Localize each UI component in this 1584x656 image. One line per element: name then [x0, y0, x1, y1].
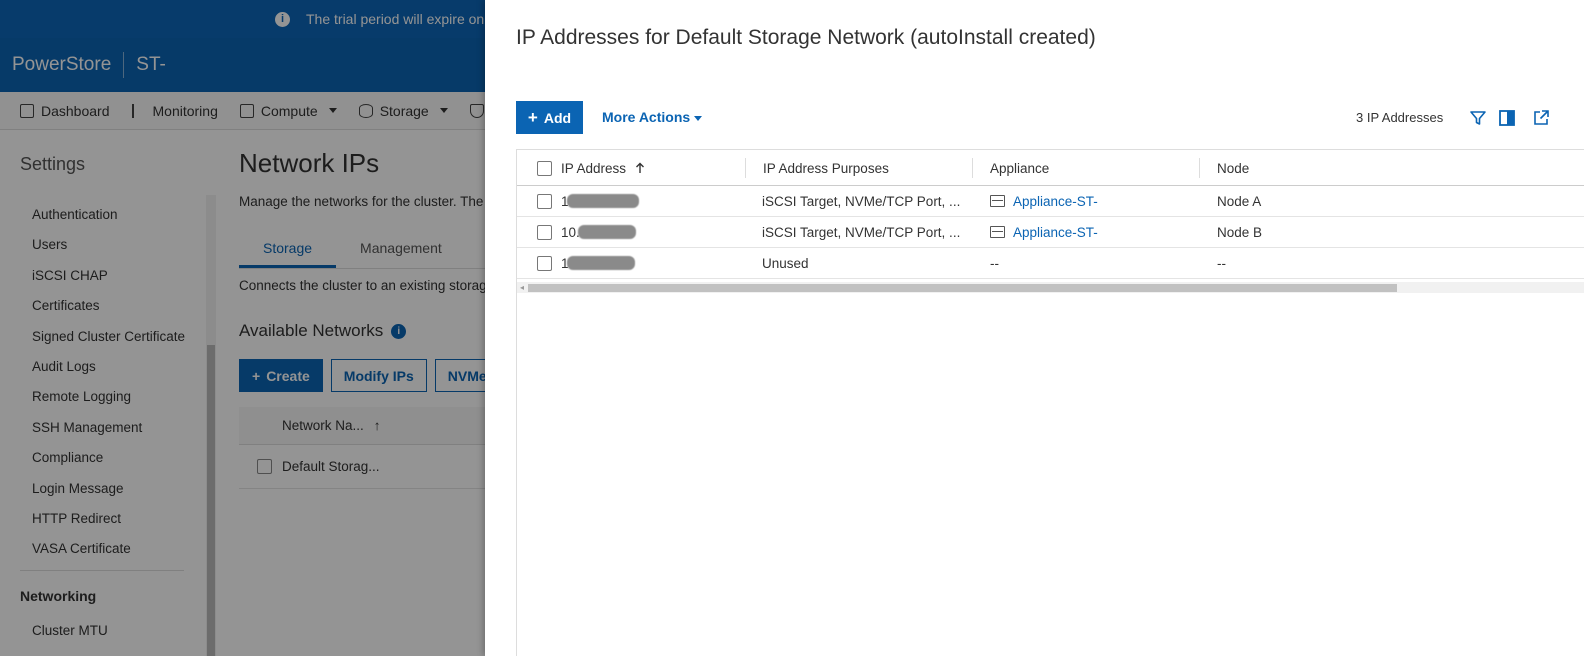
horizontal-scrollbar[interactable]: ◂ — [517, 282, 1584, 293]
column-ip-address-purposes[interactable]: IP Address Purposes — [763, 150, 889, 186]
panel-title: IP Addresses for Default Storage Network… — [516, 26, 1096, 49]
column-appliance[interactable]: Appliance — [990, 150, 1049, 186]
table-row[interactable]: 1 iSCSI Target, NVMe/TCP Port, ... Appli… — [517, 186, 1584, 217]
plus-icon: + — [527, 108, 538, 127]
column-resize-handle[interactable] — [972, 158, 973, 178]
ip-address-cell: 10. — [561, 217, 636, 247]
scroll-left-icon[interactable]: ◂ — [520, 284, 524, 292]
chevron-down-icon — [694, 115, 703, 121]
more-actions-label: More Actions — [602, 109, 691, 125]
row-checkbox[interactable] — [537, 255, 552, 271]
purposes-cell: Unused — [762, 255, 809, 271]
select-all-checkbox[interactable] — [537, 160, 552, 176]
ip-count: 3 IP Addresses — [1356, 110, 1444, 125]
appliance-cell: Appliance-ST- — [990, 217, 1098, 247]
redacted-ip — [577, 225, 636, 239]
column-resize-handle[interactable] — [1199, 158, 1200, 178]
panel-toolbar: + Add More Actions 3 IP Addresses — [516, 101, 1584, 134]
ip-prefix: 10. — [561, 224, 580, 240]
row-select-cell — [537, 248, 552, 278]
scrollbar-thumb[interactable] — [528, 284, 1397, 292]
node-cell: -- — [1217, 255, 1226, 271]
column-node[interactable]: Node — [1217, 150, 1249, 186]
column-resize-handle[interactable] — [745, 158, 746, 178]
node-cell: Node A — [1217, 193, 1262, 209]
export-icon[interactable] — [1531, 108, 1551, 128]
table-row[interactable]: 10. iSCSI Target, NVMe/TCP Port, ... App… — [517, 217, 1584, 248]
row-checkbox[interactable] — [537, 224, 552, 240]
sort-up-icon — [636, 162, 645, 173]
appliance-link[interactable]: Appliance-ST- — [1013, 194, 1098, 209]
ip-addresses-panel: IP Addresses for Default Storage Network… — [485, 0, 1584, 656]
modal-overlay[interactable] — [0, 0, 485, 656]
appliance-icon — [990, 195, 1005, 207]
node-cell: Node B — [1217, 224, 1263, 240]
column-label: Appliance — [990, 160, 1050, 176]
row-checkbox[interactable] — [537, 193, 552, 209]
columns-icon[interactable] — [1497, 108, 1517, 128]
redacted-ip — [566, 194, 639, 208]
appliance-cell: Appliance-ST- — [990, 186, 1098, 216]
appliance-cell: -- — [990, 255, 999, 271]
column-label: Node — [1217, 160, 1250, 176]
appliance-icon — [990, 226, 1005, 238]
filter-icon[interactable] — [1468, 108, 1488, 128]
ip-address-cell: 1 — [561, 248, 635, 278]
row-select-cell — [537, 217, 552, 247]
appliance-link[interactable]: Appliance-ST- — [1013, 225, 1098, 240]
add-button[interactable]: + Add — [516, 101, 583, 134]
ip-addresses-table: IP Address IP Address Purposes Appliance… — [516, 149, 1584, 656]
table-row[interactable]: 1 Unused -- -- — [517, 248, 1584, 279]
column-ip-address[interactable]: IP Address — [561, 150, 646, 186]
redacted-ip — [566, 256, 635, 270]
purposes-cell: iSCSI Target, NVMe/TCP Port, ... — [762, 193, 961, 209]
table-header: IP Address IP Address Purposes Appliance… — [517, 149, 1584, 186]
add-label: Add — [543, 109, 572, 126]
ip-address-cell: 1 — [561, 186, 639, 216]
more-actions-menu[interactable]: More Actions — [602, 109, 703, 125]
purposes-cell: iSCSI Target, NVMe/TCP Port, ... — [762, 224, 961, 240]
row-select-cell — [537, 186, 552, 216]
select-all-cell — [537, 150, 552, 186]
column-label: IP Address Purposes — [763, 160, 889, 176]
column-label: IP Address — [561, 160, 627, 176]
